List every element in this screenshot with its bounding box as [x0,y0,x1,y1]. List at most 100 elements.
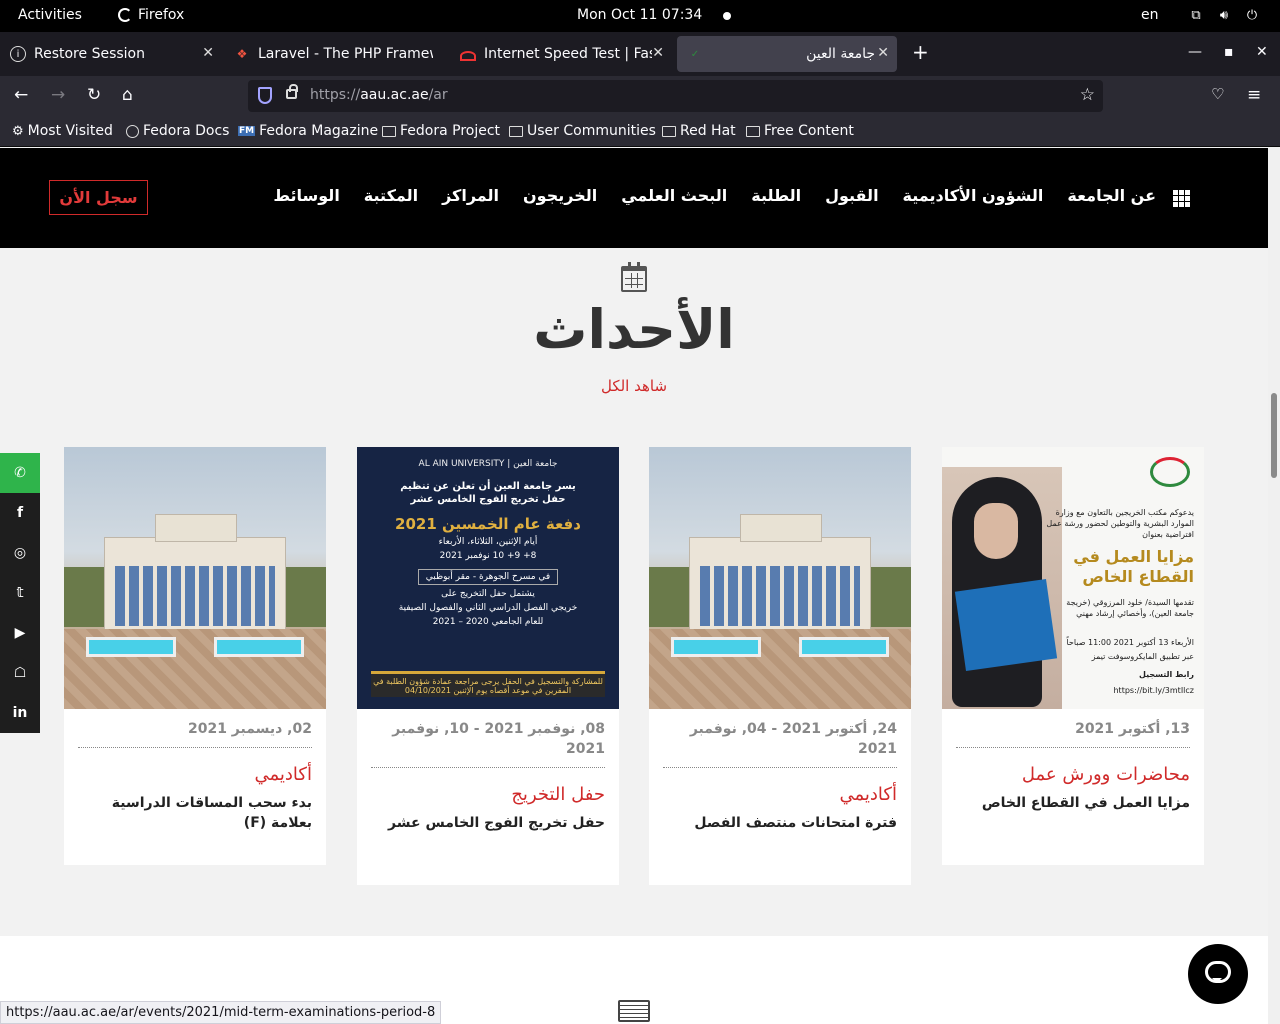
url-text[interactable]: https://aau.ac.ae/ar [310,87,448,103]
social-sidebar: ✆ f ◎ 𝕥 ▶ ☖ in [0,453,40,733]
page-scrollbar[interactable] [1268,148,1280,1024]
system-tray[interactable]: ⧉ 🔊︎ ⏻ [1188,8,1260,23]
close-icon[interactable]: ✕ [202,45,214,61]
linkedin-icon[interactable]: in [0,693,40,733]
tab-label: جامعة العين [806,46,875,62]
bookmark-free-content[interactable]: Free Content [746,123,854,139]
minimize-button[interactable]: — [1188,44,1202,60]
see-all-label[interactable]: شاهد الكل [601,377,667,395]
close-icon[interactable]: ✕ [877,45,889,61]
twitter-icon[interactable]: 𝕥 [0,573,40,613]
firefox-icon [118,8,132,22]
poster-venue: في مسرح الجوهرة - مقر أبوظبي [418,569,558,585]
status-bar-url: https://aau.ac.ae/ar/events/2021/mid-ter… [0,1001,442,1024]
tab-strip: i Restore Session ✕ ❖ Laravel - The PHP … [0,32,1280,76]
event-card[interactable]: 02, ديسمبر 2021 أكاديمي بدء سحب المساقات… [64,447,326,865]
menu-item-students[interactable]: الطلبة [751,186,801,205]
network-icon: ⧉ [1191,8,1201,23]
menu-item-centers[interactable]: المراكز [442,186,499,205]
bookmark-fedora-project[interactable]: Fedora Project [382,123,500,139]
main-menu: عن الجامعة الشؤون الأكاديمية القبول الطل… [273,186,1156,205]
notification-dot [723,12,731,20]
bookmark-fedora-magazine[interactable]: FM Fedora Magazine [238,123,378,139]
bookmark-fedora-docs[interactable]: Fedora Docs [126,123,229,139]
event-title[interactable]: فترة امتحانات منتصف الفصل [663,813,897,833]
event-title[interactable]: حفل تخريج الفوج الخامس عشر [371,813,605,833]
event-card[interactable]: جامعة العين | AL AIN UNIVERSITY يسر جامع… [357,447,619,885]
event-date: 13, أكتوبر 2021 [956,719,1190,748]
tab-speed-test[interactable]: Internet Speed Test | Fast ✕ [450,36,672,72]
tab-restore-session[interactable]: i Restore Session ✕ [0,36,222,72]
forward-button[interactable]: → [51,85,65,105]
poster-text: يسر جامعة العين أن تعلن عن تنظيم [400,481,576,492]
event-title[interactable]: مزايا العمل في القطاع الخاص [956,793,1190,813]
event-image[interactable] [649,447,911,709]
tab-label: Laravel - The PHP Framew [258,46,433,62]
bookmark-red-hat[interactable]: Red Hat [662,123,736,139]
bookmark-most-visited[interactable]: ⚙ Most Visited [12,123,113,139]
facebook-icon[interactable]: f [0,493,40,533]
poster-text: حفل تخريج الفوج الخامس عشر [410,494,566,505]
event-category[interactable]: أكاديمي [663,784,898,805]
language-indicator[interactable]: en [1141,7,1159,23]
event-title[interactable]: بدء سحب المساقات الدراسية بعلامة (F) [78,793,312,833]
events-heading: الأحداث [533,298,735,361]
scrollbar-thumb[interactable] [1271,393,1277,478]
menu-item-alumni[interactable]: الخريجون [523,186,597,205]
snapchat-icon[interactable]: ☖ [0,653,40,693]
phone-icon[interactable]: ✆ [0,453,40,493]
apps-grid-icon[interactable] [1173,190,1190,207]
maximize-button[interactable]: ▪ [1224,44,1234,60]
close-window-button[interactable]: ✕ [1256,44,1268,60]
power-icon: ⏻ [1246,8,1258,23]
newspaper-icon [618,1000,650,1022]
event-date: 02, ديسمبر 2021 [78,719,312,748]
app-name: Firefox [138,7,185,23]
menu-item-research[interactable]: البحث العلمي [621,186,727,205]
event-image[interactable] [64,447,326,709]
close-icon[interactable]: ✕ [652,45,664,61]
clock[interactable]: Mon Oct 11 07:34 [577,7,702,23]
calendar-icon [621,262,647,292]
event-card[interactable]: 24, أكتوبر 2021 - 04, نوفمبر 2021 أكاديم… [649,447,911,885]
tab-laravel[interactable]: ❖ Laravel - The PHP Framew [224,36,446,72]
poster-text: الأربعاء 13 أكتوبر 2021 11:00 صباحاً [1066,638,1194,647]
reload-button[interactable]: ↻ [87,85,101,105]
volume-icon: 🔊︎ [1219,8,1229,23]
menu-item-library[interactable]: المكتبة [364,186,418,205]
instagram-icon[interactable]: ◎ [0,533,40,573]
register-now-button[interactable]: سجل الأن [49,180,148,215]
event-card[interactable]: يدعوكم مكتب الخريجين بالتعاون مع وزارة ا… [942,447,1204,865]
lock-icon[interactable] [286,84,298,99]
hamburger-menu-icon[interactable]: ≡ [1247,85,1261,105]
event-image[interactable]: جامعة العين | AL AIN UNIVERSITY يسر جامع… [357,447,619,709]
navigation-toolbar: ← → ↻ ⌂ https://aau.ac.ae/ar ☆ ♡ ≡ [0,76,1280,116]
back-button[interactable]: ← [14,85,28,105]
tracking-protection-icon[interactable] [258,87,272,104]
youtube-icon[interactable]: ▶ [0,613,40,653]
folder-icon [382,125,396,137]
folder-icon [746,125,760,137]
menu-item-media[interactable]: الوسائط [273,186,339,205]
activities-button[interactable]: Activities [18,7,82,23]
menu-item-admission[interactable]: القبول [825,186,878,205]
tab-aau[interactable]: ✓ جامعة العين ✕ [677,36,897,72]
app-menu[interactable]: Firefox [118,7,184,23]
event-image[interactable]: يدعوكم مكتب الخريجين بالتعاون مع وزارة ا… [942,447,1204,709]
bookmark-user-communities[interactable]: User Communities [509,123,656,139]
pocket-icon[interactable]: ♡ [1211,85,1224,103]
menu-item-academic-affairs[interactable]: الشؤون الأكاديمية [903,186,1044,205]
site-header: سجل الأن عن الجامعة الشؤون الأكاديمية ال… [0,148,1268,248]
event-category[interactable]: حفل التخريج [371,784,605,805]
poster-footer: للمشاركة والتسجيل في الحفل يرجى مراجعة ع… [371,671,605,697]
poster-text: يدعوكم مكتب الخريجين بالتعاون مع وزارة ا… [1046,508,1194,539]
chat-button[interactable] [1188,944,1248,1004]
bookmark-star-icon[interactable]: ☆ [1080,85,1095,105]
url-bar[interactable]: https://aau.ac.ae/ar ☆ [248,80,1103,112]
see-all-link[interactable]: شاهد الكل [0,377,1268,395]
new-tab-button[interactable]: + [912,40,929,64]
home-button[interactable]: ⌂ [122,85,133,105]
event-category[interactable]: محاضرات وورش عمل [956,764,1190,785]
event-category[interactable]: أكاديمي [78,764,313,785]
menu-item-about[interactable]: عن الجامعة [1067,186,1156,205]
